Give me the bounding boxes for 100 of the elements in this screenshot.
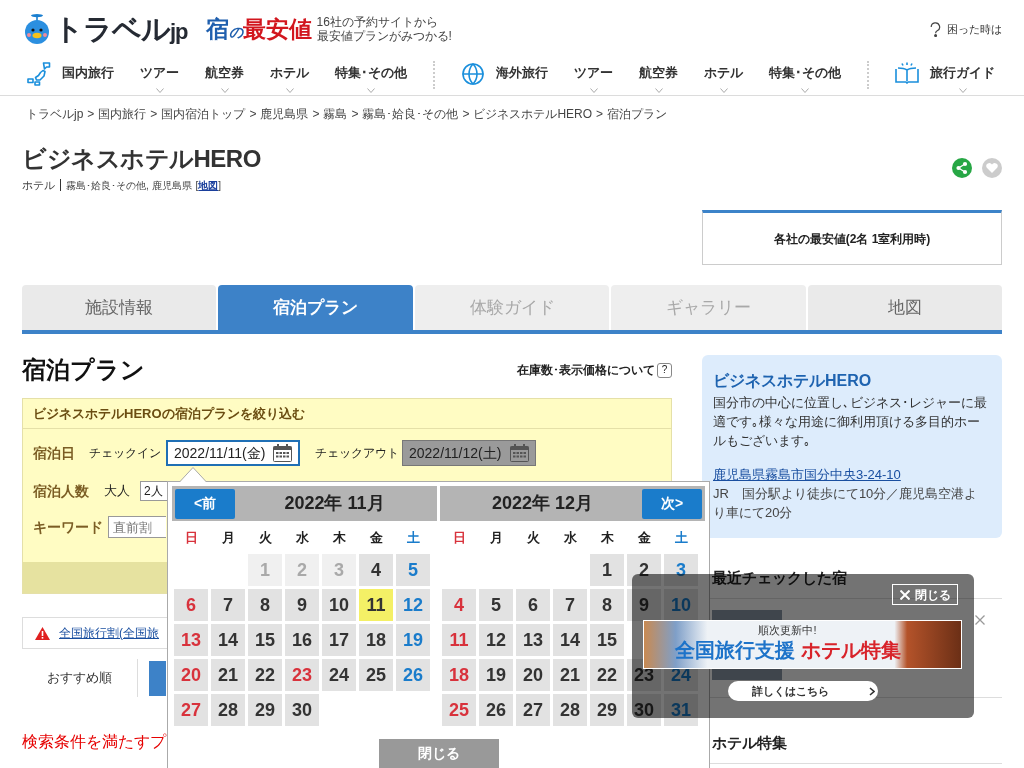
calendar-day[interactable]: 18 xyxy=(359,624,393,656)
nav-link[interactable]: ツアー xyxy=(140,58,179,93)
calendar-day[interactable]: 5 xyxy=(479,589,513,621)
calendar-day[interactable]: 14 xyxy=(553,624,587,656)
chevron-down-icon xyxy=(155,88,164,93)
close-icon[interactable] xyxy=(975,615,985,625)
calendar-day[interactable]: 25 xyxy=(442,694,476,726)
previous-month-button[interactable]: <前 xyxy=(175,488,235,519)
calendar-day[interactable]: 29 xyxy=(590,694,624,726)
nav-link[interactable]: 特集･その他 xyxy=(769,58,841,93)
open-book-icon xyxy=(895,62,919,84)
breadcrumb-link[interactable]: ビジネスホテルHERO xyxy=(473,107,593,121)
japan-map-icon xyxy=(27,62,51,86)
nav-link[interactable]: 特集･その他 xyxy=(335,58,407,93)
tagline: 16社の予約サイトから 最安値プランがみつかる! xyxy=(316,15,452,43)
calendar-day[interactable]: 22 xyxy=(248,659,282,691)
calendar-day[interactable]: 18 xyxy=(442,659,476,691)
lowest-price-logo: 宿の最安値 xyxy=(205,17,312,41)
site-logo[interactable]: トラベルjp xyxy=(24,14,188,44)
breadcrumb-link[interactable]: トラベルjp xyxy=(26,107,84,121)
calendar-day[interactable]: 6 xyxy=(174,589,208,621)
no-results-message: 検索条件を満たすプ xyxy=(22,732,168,752)
nav-section-link[interactable]: 海外旅行 xyxy=(461,58,548,86)
calendar-day[interactable]: 26 xyxy=(479,694,513,726)
calendar-day[interactable]: 15 xyxy=(590,624,624,656)
calendar-day[interactable]: 25 xyxy=(359,659,393,691)
calendar-day[interactable]: 22 xyxy=(590,659,624,691)
breadcrumb-separator: > xyxy=(150,107,158,121)
tab[interactable]: 宿泊プラン xyxy=(218,285,413,330)
nav-link[interactable]: ホテル xyxy=(704,58,743,93)
calendar-day[interactable]: 28 xyxy=(211,694,245,726)
calendar-day[interactable]: 20 xyxy=(174,659,208,691)
ad-banner[interactable]: 順次更新中! 全国旅行支援 ホテル特集 xyxy=(643,620,962,669)
calendar-day[interactable]: 11 xyxy=(442,624,476,656)
nav-link[interactable]: ツアー xyxy=(574,58,613,93)
keyword-input[interactable]: 直前割 xyxy=(108,516,166,538)
calendar-day[interactable]: 17 xyxy=(322,624,356,656)
calendar-day[interactable]: 16 xyxy=(285,624,319,656)
calendar-day[interactable]: 29 xyxy=(248,694,282,726)
address-link[interactable]: 鹿児島県霧島市国分中央3-24-10 xyxy=(713,465,989,484)
nav-section-link[interactable]: 国内旅行 xyxy=(27,58,114,86)
calendar-day[interactable]: 15 xyxy=(248,624,282,656)
calendar-day[interactable]: 30 xyxy=(285,694,319,726)
calendar-day[interactable]: 6 xyxy=(516,589,550,621)
date-input[interactable]: 2022/11/12(土) xyxy=(402,440,536,466)
question-mark-icon xyxy=(930,21,941,37)
chevron-down-icon xyxy=(958,88,967,93)
calendar-day[interactable]: 19 xyxy=(479,659,513,691)
calendar-day[interactable]: 21 xyxy=(553,659,587,691)
ad-close-button[interactable]: 閉じる xyxy=(892,584,958,605)
calendar-day[interactable]: 4 xyxy=(359,554,393,586)
breadcrumb-link[interactable]: 鹿児島県 xyxy=(260,107,309,121)
nav-link[interactable]: 航空券 xyxy=(639,58,678,93)
calendar-day[interactable]: 12 xyxy=(479,624,513,656)
breadcrumb-link[interactable]: 霧島 xyxy=(323,107,348,121)
breadcrumb-link[interactable]: 霧島･姶良･その他 xyxy=(362,107,459,121)
section-heading: 宿泊プラン xyxy=(22,356,145,384)
tab[interactable]: 地図 xyxy=(807,285,1003,330)
nav-section-link[interactable]: 旅行ガイド xyxy=(895,58,995,93)
price-summary-title: 各社の最安値(2名 1室利用時) xyxy=(773,230,931,248)
nav-link[interactable]: ホテル xyxy=(270,58,309,93)
calendar-day[interactable]: 13 xyxy=(516,624,550,656)
bird-mascot-icon xyxy=(24,14,50,44)
calendar-day[interactable]: 4 xyxy=(442,589,476,621)
adults-select[interactable]: 2人 xyxy=(140,481,167,501)
calendar-day[interactable]: 23 xyxy=(285,659,319,691)
calendar-day[interactable]: 1 xyxy=(590,554,624,586)
share-icon[interactable] xyxy=(952,158,972,178)
breadcrumb-link[interactable]: 国内宿泊トップ xyxy=(161,107,246,121)
breadcrumb-separator: > xyxy=(462,107,470,121)
nav-link[interactable]: 航空券 xyxy=(205,58,244,93)
calendar-day[interactable]: 8 xyxy=(590,589,624,621)
notice-link[interactable]: 全国旅行割(全国旅 xyxy=(59,624,159,642)
calendar-day[interactable]: 21 xyxy=(211,659,245,691)
field-label: 宿泊日 xyxy=(33,443,76,463)
chevron-down-icon xyxy=(220,88,229,93)
calendar-day[interactable]: 7 xyxy=(211,589,245,621)
calendar-day[interactable]: 7 xyxy=(553,589,587,621)
stock-info-link[interactable]: 在庫数･表示価格について ? xyxy=(517,361,672,379)
calendar-day[interactable]: 28 xyxy=(553,694,587,726)
help-link[interactable]: 困った時は xyxy=(930,20,1002,38)
calendar-day[interactable]: 8 xyxy=(248,589,282,621)
weekday-label: 月 xyxy=(220,528,236,547)
sort-option[interactable] xyxy=(149,660,166,696)
breadcrumb-link[interactable]: 宿泊プラン xyxy=(607,107,668,121)
calendar-day[interactable]: 13 xyxy=(174,624,208,656)
calendar-day[interactable]: 14 xyxy=(211,624,245,656)
ad-cta-button[interactable]: 詳しくはこちら xyxy=(728,681,878,701)
map-link[interactable]: 地図 xyxy=(198,179,219,191)
calendar-day[interactable]: 11 xyxy=(359,589,393,621)
calendar-day[interactable]: 24 xyxy=(322,659,356,691)
breadcrumb-link[interactable]: 国内旅行 xyxy=(98,107,147,121)
calendar-day[interactable]: 10 xyxy=(322,589,356,621)
tab[interactable]: 施設情報 xyxy=(22,285,217,330)
calendar-day[interactable]: 9 xyxy=(285,589,319,621)
calendar-day[interactable]: 20 xyxy=(516,659,550,691)
next-month-button[interactable]: 次> xyxy=(642,488,702,519)
weekday-label: 日 xyxy=(451,528,467,547)
calendar-day[interactable]: 27 xyxy=(174,694,208,726)
calendar-day[interactable]: 27 xyxy=(516,694,550,726)
